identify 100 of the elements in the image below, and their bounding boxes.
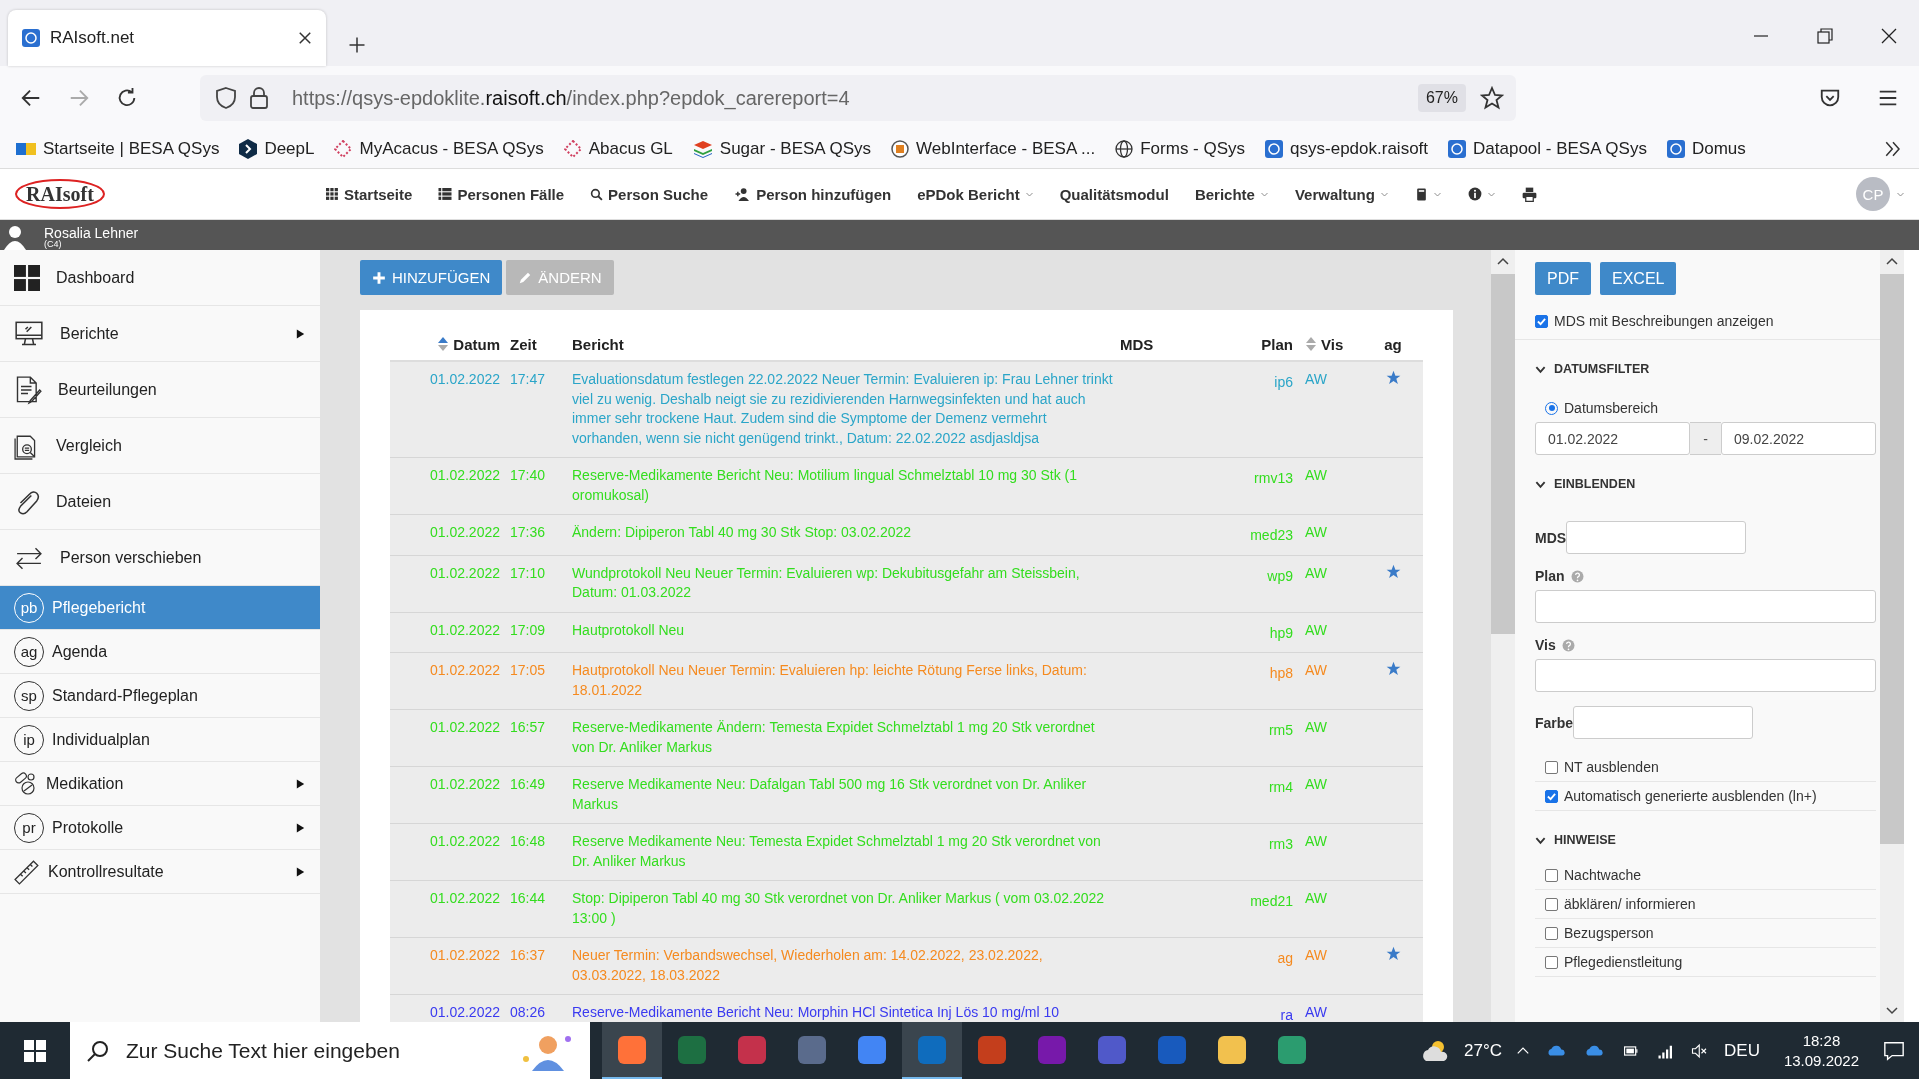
range-separator: - [1690, 422, 1721, 455]
checkbox[interactable] [1535, 314, 1548, 328]
bookmark-link[interactable]: Domus [1691, 139, 1746, 159]
close-icon[interactable] [298, 31, 312, 45]
help-icon[interactable] [1561, 638, 1575, 652]
taskbar-search-box[interactable]: Zur Suche Text hier eingeben [70, 1022, 590, 1079]
scroll-down-icon[interactable] [1886, 1006, 1898, 1016]
company-logo[interactable]: RAIsoft [14, 177, 106, 211]
checkbox-label: NT ausblenden [1564, 759, 1659, 775]
temperature: 27°C [1464, 1041, 1502, 1061]
bookmark-link[interactable]: DeepL [264, 139, 315, 159]
section-title[interactable]: DATUMSFILTER [1554, 362, 1650, 376]
time-cell-text: 16:37 [510, 946, 547, 965]
text-field[interactable] [1566, 521, 1747, 554]
time-cell-text: 17:36 [510, 523, 547, 542]
text-field[interactable] [1535, 659, 1876, 692]
time-cell-text: 16:57 [510, 718, 547, 737]
sidebar-item[interactable]: pb Pflegebericht [0, 586, 320, 630]
nav-icon-button[interactable] [1414, 186, 1442, 202]
export-button[interactable]: PDF [1535, 262, 1591, 295]
address-bar[interactable]: https://qsys-epdoklite.raisoft.ch/index.php?epdok_carereport=4 67% [200, 75, 1516, 121]
bookmark-link[interactable]: Startseite | BESA QSys [43, 139, 220, 159]
checkbox[interactable] [1545, 789, 1558, 803]
browser-tab[interactable]: RAIsoft.net [8, 10, 326, 66]
bookmark-link[interactable]: qsys-epdok.raisoft [1290, 139, 1429, 159]
info-icon [1467, 187, 1482, 201]
taskbar-search-field[interactable]: Zur Suche Text hier eingeben [124, 1030, 504, 1072]
scroll-up-icon[interactable] [1497, 256, 1509, 266]
reload-icon[interactable] [116, 87, 138, 109]
zoom-badge[interactable]: 67% [1417, 84, 1466, 112]
date-cell-text: 01.02.2022 [428, 832, 501, 851]
visa-cell-text: AW [1304, 661, 1329, 680]
text-field[interactable] [1573, 706, 1754, 739]
checkbox[interactable] [1545, 868, 1558, 882]
app-logo-icon [22, 29, 40, 47]
pocket-icon[interactable] [1819, 87, 1841, 109]
visa-cell-text: AW [1304, 775, 1329, 794]
nav-menu-item[interactable]: Person Suche [590, 185, 709, 203]
sidebar-item[interactable]: Berichte [0, 306, 320, 362]
report-text: Reserve Medikamente Neu: Dafalgan Tabl 500 mg 16 Stk verordnet von Dr. Anliker Markus [572, 775, 1088, 814]
checkbox[interactable] [1545, 955, 1558, 969]
taskbar-app[interactable] [902, 1022, 962, 1079]
sidebar-item[interactable]: Vergleich [0, 418, 320, 474]
nav-menu-item[interactable]: Verwaltung [1294, 185, 1389, 203]
bookmark-link[interactable]: MyAcacus - BESA QSys [359, 139, 544, 159]
section-title[interactable]: HINWEISE [1554, 833, 1616, 847]
sidebar-item[interactable]: Dashboard [0, 250, 320, 306]
column-header[interactable]: Datum [453, 335, 500, 353]
language-indicator[interactable]: DEU [1724, 1041, 1760, 1061]
text-field[interactable] [1535, 590, 1876, 623]
nav-icon-button[interactable] [1467, 187, 1496, 201]
plus-icon[interactable] [348, 36, 366, 54]
bookmark-link[interactable]: Forms - QSys [1140, 139, 1246, 159]
checkbox[interactable] [1545, 897, 1558, 911]
bookmark-link[interactable]: Sugar - BESA QSys [719, 139, 871, 159]
help-icon[interactable] [1570, 569, 1584, 583]
plan-code: rm4 [1267, 778, 1293, 797]
sort-icon[interactable] [1305, 336, 1317, 352]
time-cell-text: 16:48 [510, 832, 547, 851]
plan-code: wp9 [1266, 566, 1293, 586]
star-icon[interactable] [1480, 86, 1504, 110]
checkbox[interactable] [1545, 760, 1558, 774]
scroll-up-icon[interactable] [1886, 256, 1898, 266]
sort-icon[interactable] [437, 336, 450, 352]
report-text: Hautprotokoll Neu [572, 620, 686, 640]
date-field[interactable]: 09.02.2022 [1721, 422, 1876, 455]
nav-menu-item[interactable]: Person hinzufügen [734, 185, 892, 203]
sidebar-item[interactable]: Kontrollresultate [0, 850, 320, 894]
restore-icon[interactable] [1817, 28, 1833, 44]
nav-icon-button[interactable] [1521, 186, 1537, 202]
checkbox[interactable] [1545, 926, 1558, 940]
nav-menu-item[interactable]: Berichte [1194, 185, 1269, 203]
visa-cell-text: AW [1304, 889, 1329, 908]
double-chevron-icon[interactable] [1883, 140, 1903, 158]
sidebar-item[interactable]: Beurteilungen [0, 362, 320, 418]
nav-menu-item[interactable]: ePDok Bericht [917, 185, 1034, 203]
notification-icon[interactable] [1883, 1040, 1905, 1062]
back-arrow-icon[interactable] [20, 87, 42, 109]
export-button[interactable]: EXCEL [1600, 262, 1677, 295]
scrollbar-thumb[interactable] [1880, 274, 1904, 844]
section-title[interactable]: EINBLENDEN [1554, 477, 1636, 491]
nav-menu-item[interactable]: Startseite [326, 185, 413, 203]
nav-menu-item[interactable]: Qualitätsmodul [1059, 185, 1169, 203]
date-field[interactable]: 01.02.2022 [1535, 422, 1690, 455]
column-header[interactable]: Vis [1321, 335, 1344, 353]
toolbar-button[interactable]: HINZUFÜGEN [360, 260, 503, 295]
sidebar-item[interactable]: Medikation [0, 762, 320, 806]
close-icon[interactable] [1881, 28, 1897, 44]
bookmark-link[interactable]: Datapool - BESA QSys [1473, 139, 1647, 159]
visa-cell-text: AW [1304, 370, 1329, 389]
dashboard-icon [14, 264, 40, 291]
nav-menu-item[interactable]: Personen Fälle [438, 185, 565, 203]
bookmark-link[interactable]: WebInterface - BESA ... [916, 139, 1096, 159]
scrollbar-thumb[interactable] [1491, 274, 1515, 634]
windows-logo-icon[interactable] [24, 1040, 46, 1062]
bookmark-link[interactable]: Abacus GL [588, 139, 673, 159]
report-text: Neuer Termin: Verbandswechsel, Wiederholen am: 14.02.2022, 23.02.2022, 03.03.2022, 18.03.2022 [572, 946, 1044, 985]
taskbar-app[interactable] [602, 1022, 662, 1079]
plan-code: ip6 [1273, 373, 1293, 392]
date-cell-text: 01.02.2022 [428, 466, 501, 485]
